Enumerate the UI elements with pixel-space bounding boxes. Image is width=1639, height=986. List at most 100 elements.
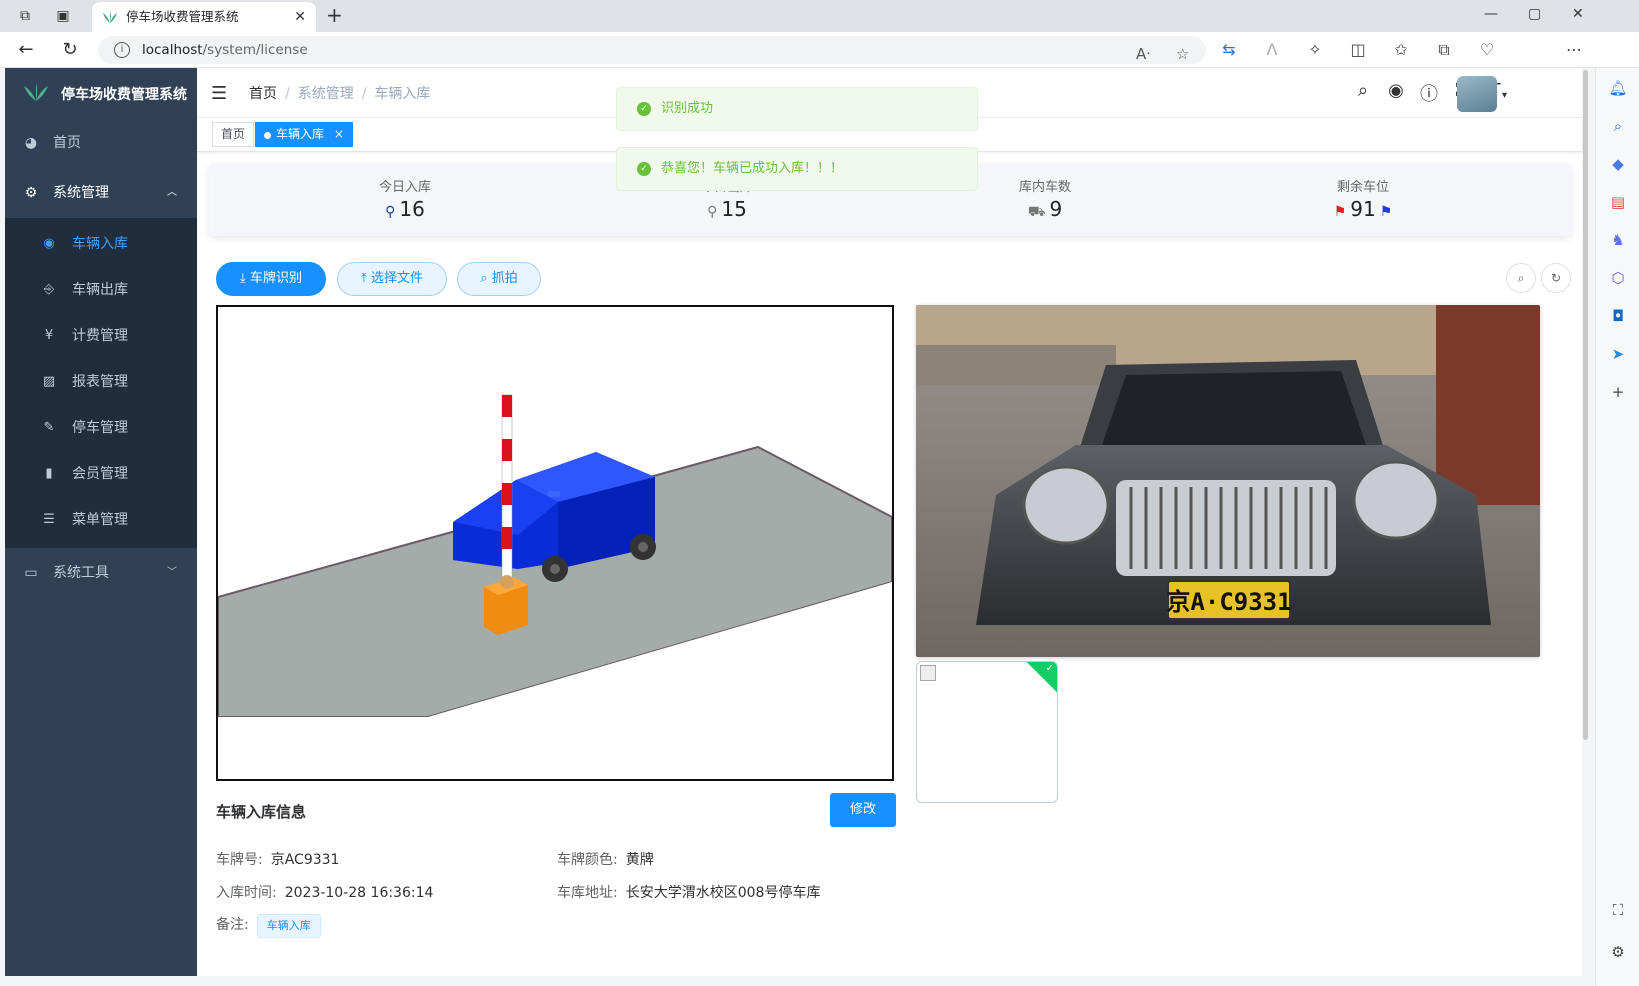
tab-close-icon[interactable]: ✕ <box>294 2 306 32</box>
sidebar-item-system[interactable]: ⚙ 系统管理 ︿ <box>5 168 197 218</box>
scrollbar-thumb[interactable] <box>1583 70 1588 740</box>
field-plate-number: 车牌号: 京AC9331 <box>216 849 339 869</box>
sidebar-item-label: 计费管理 <box>72 328 128 344</box>
help-icon[interactable]: ⓘ <box>1418 80 1440 106</box>
read-aloud-icon[interactable]: Aᐧ <box>1136 40 1150 68</box>
location-outline-icon: ⚲ <box>707 204 718 220</box>
stat-spaces-left: 剩余车位 ⚑ 91 ⚑ <box>1283 176 1443 221</box>
refresh-button[interactable]: ↻ <box>1541 263 1571 293</box>
sidebar-item-tools[interactable]: ▭ 系统工具 ﹀ <box>5 548 197 598</box>
capture-button[interactable]: ⌕ 抓拍 <box>457 262 541 296</box>
book-icon: ▮ <box>45 466 53 481</box>
location-icon: ⚲ <box>385 204 396 220</box>
upload-icon: ⤒ <box>361 271 371 286</box>
sidebar-item-vehicle-in[interactable]: ◉ 车辆入库 <box>5 220 197 268</box>
health-icon[interactable]: ♡ <box>1477 40 1497 59</box>
split-screen-icon[interactable]: ◫ <box>1348 40 1368 59</box>
browser-tab-bar: ⧉ ▣ 停车场收费管理系统 ✕ + — ▢ ✕ <box>0 0 1639 32</box>
edit-button[interactable]: 修改 <box>830 793 896 827</box>
button-label: 抓拍 <box>491 271 518 286</box>
tab-actions-icon[interactable]: ▣ <box>52 6 74 26</box>
caret-down-icon[interactable]: ▾ <box>1502 90 1507 101</box>
sidebar-item-reports[interactable]: ▨ 报表管理 <box>5 358 197 406</box>
toast-text: 识别成功 <box>661 101 714 116</box>
check-icon: ✓ <box>1045 663 1054 674</box>
download-icon: ⤓ <box>240 271 250 286</box>
toast-entry-success: ✓ 恭喜您！车辆已成功入库！！！ <box>616 147 978 191</box>
sidebar-item-billing[interactable]: ¥ 计费管理 <box>5 312 197 360</box>
bell-icon[interactable]: 🔔︎ <box>1608 78 1628 98</box>
extension-arrows-icon[interactable]: ⇆ <box>1219 40 1239 59</box>
breadcrumb-home[interactable]: 首页 <box>249 86 277 102</box>
sidebar-item-vehicle-out[interactable]: ⎆ 车辆出库 <box>5 266 197 314</box>
screenshot-icon[interactable]: ⛶ <box>1608 900 1628 920</box>
sidebar-item-menus[interactable]: ☰ 菜单管理 <box>5 496 197 544</box>
page-scrollbar[interactable] <box>1582 70 1590 740</box>
hamburger-icon[interactable]: ☰ <box>211 83 227 104</box>
stat-value: 91 <box>1350 197 1376 221</box>
url-path: /system/license <box>202 42 308 58</box>
url-host: localhost <box>142 42 203 58</box>
search-icon[interactable]: ⌕ <box>1352 80 1374 101</box>
tag-vehicle-in[interactable]: 车辆入库 × <box>255 122 353 147</box>
minimize-icon[interactable]: — <box>1484 6 1498 22</box>
toolbox-icon[interactable]: ▤ <box>1608 192 1628 212</box>
field-label: 备注: <box>216 917 249 933</box>
stat-value: 16 <box>399 197 425 221</box>
search-icon[interactable]: ⌕ <box>1608 116 1628 136</box>
workspaces-icon[interactable]: ⧉ <box>14 6 36 26</box>
github-icon[interactable]: ◉ <box>1385 80 1407 101</box>
app-title: 停车场收费管理系统 <box>61 87 187 103</box>
sidebar-logo[interactable]: 停车场收费管理系统 <box>5 68 197 118</box>
vehicle-photo: 京A·C9331 <box>916 305 1540 657</box>
flag-icon: ⚑ <box>1333 204 1347 220</box>
stat-today-in: 今日入库 ⚲ 16 <box>325 176 485 221</box>
back-icon[interactable]: ← <box>14 38 38 62</box>
github-icon: ◉ <box>43 236 55 251</box>
sidebar-item-members[interactable]: ▮ 会员管理 <box>5 450 197 498</box>
extensions-puzzle-icon[interactable]: ✧ <box>1305 40 1325 59</box>
games-icon[interactable]: ♞ <box>1608 230 1628 250</box>
info-icon[interactable]: i <box>114 42 130 58</box>
favorite-star-icon[interactable]: ☆ <box>1176 40 1189 68</box>
collections-icon[interactable]: ⧉ <box>1434 40 1454 60</box>
leaf-logo-icon <box>24 83 48 101</box>
add-icon[interactable]: + <box>1608 382 1628 402</box>
copilot-app-icon[interactable]: ⬡ <box>1608 268 1628 288</box>
reload-icon[interactable]: ↻ <box>58 38 82 62</box>
sidebar-item-parking[interactable]: ✎ 停车管理 <box>5 404 197 452</box>
extension-a-icon[interactable]: Ʌ <box>1262 40 1282 59</box>
more-menu-icon[interactable]: ⋯ <box>1564 40 1584 59</box>
upload-thumbnail[interactable]: ✓ <box>916 661 1058 803</box>
camera-icon: ⌕ <box>480 271 492 286</box>
field-entry-time: 入库时间: 2023-10-28 16:36:14 <box>216 882 433 902</box>
url-field[interactable]: i localhost/system/license Aᐧ ☆ <box>98 36 1206 64</box>
browser-tab[interactable]: 停车场收费管理系统 ✕ <box>92 2 316 32</box>
send-icon[interactable]: ➤ <box>1608 344 1628 364</box>
favorites-icon[interactable]: ✩ <box>1391 40 1411 59</box>
info-section-title: 车辆入库信息 <box>216 803 307 821</box>
outlook-icon[interactable]: ◘ <box>1608 306 1628 326</box>
search-toggle-button[interactable]: ⌕ <box>1506 263 1536 293</box>
close-window-icon[interactable]: ✕ <box>1572 6 1584 22</box>
stat-label: 剩余车位 <box>1336 180 1389 195</box>
toast-recognize-success: ✓ 识别成功 <box>616 87 978 131</box>
stat-label: 今日入库 <box>378 180 431 195</box>
user-avatar[interactable] <box>1457 76 1497 112</box>
tag-close-icon[interactable]: × <box>334 127 344 141</box>
leaf-logo-icon <box>103 11 117 23</box>
field-label: 车库地址: <box>557 885 618 901</box>
settings-icon[interactable]: ⚙ <box>1608 942 1628 962</box>
sidebar-item-label: 车辆出库 <box>72 282 128 298</box>
new-tab-icon[interactable]: + <box>326 3 343 27</box>
breadcrumb-system[interactable]: 系统管理 <box>298 86 354 102</box>
tag-label: 车辆入库 <box>276 127 325 141</box>
toast-text: 恭喜您！车辆已成功入库！！！ <box>661 161 844 176</box>
recognize-plate-button[interactable]: ⤓ 车牌识别 <box>216 262 326 296</box>
tag-icon[interactable]: ◆ <box>1608 154 1628 174</box>
tag-home[interactable]: 首页 <box>212 122 255 147</box>
sidebar-item-label: 车辆入库 <box>72 236 128 252</box>
choose-file-button[interactable]: ⤒ 选择文件 <box>337 262 447 296</box>
sidebar-item-home[interactable]: ◕ 首页 <box>5 118 197 168</box>
maximize-icon[interactable]: ▢ <box>1528 6 1541 22</box>
